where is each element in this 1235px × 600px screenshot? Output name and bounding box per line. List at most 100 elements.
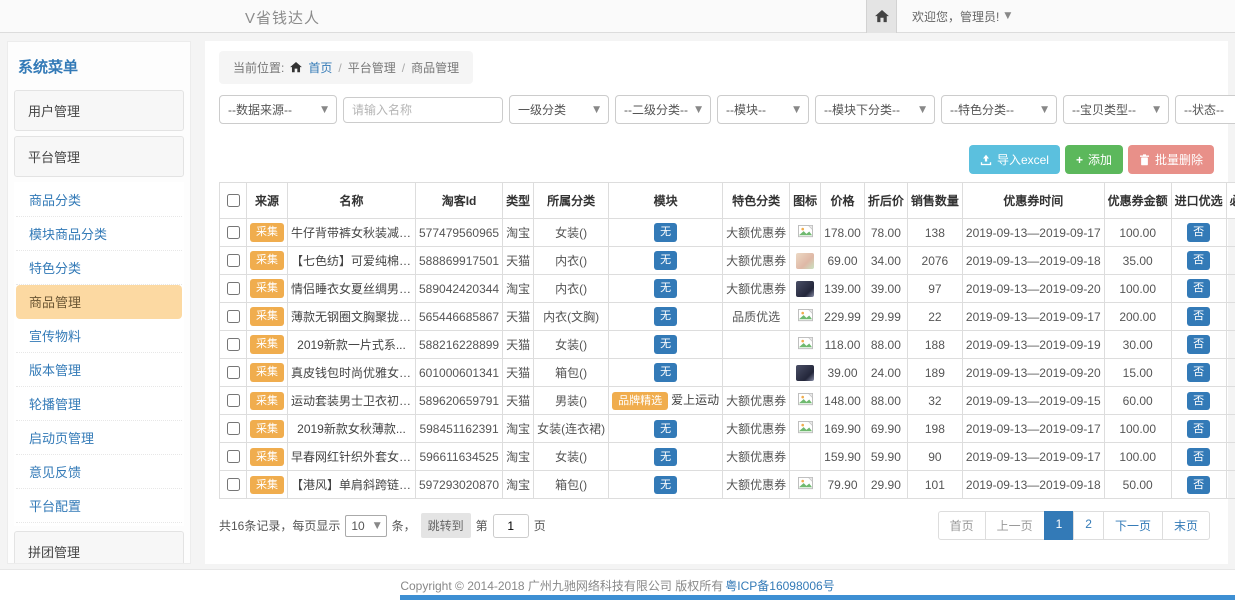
row-checkbox[interactable] [227,478,240,491]
cell-category: 女装() [534,219,609,247]
cell-sales: 22 [907,303,962,331]
cell-module: 无 [609,275,723,303]
page-button[interactable]: 上一页 [985,511,1045,540]
cell-module: 无 [609,331,723,359]
column-header: 优惠券金额 [1104,183,1171,219]
cell-type: 天猫 [503,387,534,415]
module-badge: 无 [654,476,677,494]
select-all-checkbox[interactable] [227,194,240,207]
filter-select[interactable]: --状态--▼ [1175,95,1235,124]
cell-price: 139.00 [821,275,865,303]
toggle-badge[interactable]: 否 [1187,476,1210,494]
toggle-badge[interactable]: 否 [1187,420,1210,438]
sidebar-item[interactable]: 版本管理 [16,353,182,387]
content-panel: 当前位置: 首页 / 平台管理 / 商品管理 --数据来源--▼一级分类▼--二… [205,41,1228,564]
row-checkbox[interactable] [227,282,240,295]
breadcrumb-home-link[interactable]: 首页 [308,59,332,76]
filter-select[interactable]: 一级分类▼ [509,95,609,124]
table-row: 采集早春网红针织外套女春...596611634525淘宝女装()无大额优惠券1… [220,443,1235,471]
filter-select-value: --模块下分类-- [824,101,900,118]
sidebar-item[interactable]: 启动页管理 [16,421,182,455]
jump-button[interactable]: 跳转到 [421,513,471,538]
filter-select[interactable]: --二级分类--▼ [615,95,711,124]
column-header: 图标 [790,183,821,219]
horizontal-scrollbar-thumb[interactable] [400,595,1235,600]
batch-delete-button[interactable]: 批量删除 [1128,145,1214,174]
sidebar-item[interactable]: 模块商品分类 [16,217,182,251]
row-checkbox[interactable] [227,338,240,351]
add-button[interactable]: + 添加 [1065,145,1123,174]
products-table: 来源名称淘客Id类型所属分类模块特色分类图标价格折后价销售数量优惠券时间优惠券金… [219,182,1235,499]
page-button[interactable]: 首页 [938,511,986,540]
cell-sales: 188 [907,331,962,359]
breadcrumb-separator: / [402,61,405,75]
per-page-value: 10 [351,519,364,533]
sidebar-section-3[interactable]: 拼团管理 [14,531,184,564]
toggle-badge[interactable]: 否 [1187,448,1210,466]
sidebar-item[interactable]: 宣传物料 [16,319,182,353]
column-header: 进口优选 [1171,183,1226,219]
import-excel-button[interactable]: 导入excel [969,145,1060,174]
filter-select[interactable]: --模块--▼ [717,95,809,124]
table-row: 采集牛仔背带裤女秋装减龄...577479560965淘宝女装()无大额优惠券1… [220,219,1235,247]
filter-select-value: --特色分类-- [950,101,1014,118]
cell-coupon-amount: 100.00 [1104,443,1171,471]
row-checkbox[interactable] [227,310,240,323]
toggle-badge[interactable]: 否 [1187,392,1210,410]
filter-select[interactable]: --数据来源--▼ [219,95,337,124]
page-button[interactable]: 1 [1044,511,1075,540]
cell-price: 79.90 [821,471,865,499]
cell-icon [790,247,821,275]
source-badge: 采集 [250,392,284,410]
page-button[interactable]: 下一页 [1103,511,1163,540]
jump-page-input[interactable] [493,514,529,538]
row-checkbox[interactable] [227,366,240,379]
sidebar-item[interactable]: 特色分类 [16,251,182,285]
cell-name: 2019新款女秋薄款... [288,415,416,443]
cell-select [220,275,247,303]
filter-select[interactable]: --特色分类--▼ [941,95,1057,124]
filter-select[interactable]: --模块下分类--▼ [815,95,935,124]
name-search-input[interactable] [343,97,503,123]
user-menu[interactable]: 欢迎您，管理员! ▼ [912,8,1011,25]
module-badge: 无 [654,335,677,353]
cell-sales: 2076 [907,247,962,275]
row-checkbox[interactable] [227,394,240,407]
cell-module: 无 [609,415,723,443]
import-icon [980,154,992,166]
row-checkbox[interactable] [227,422,240,435]
icp-link[interactable]: 粤ICP备16098006号 [725,577,834,594]
product-thumbnail [796,253,814,269]
toggle-badge[interactable]: 否 [1187,223,1210,241]
chevron-down-icon: ▼ [374,521,381,531]
sidebar-item[interactable]: 商品管理 [16,285,182,319]
sidebar-section-1[interactable]: 平台管理 [14,136,184,177]
home-button[interactable] [866,0,897,33]
sidebar-item[interactable]: 平台配置 [16,489,182,523]
cell-category: 内衣() [534,275,609,303]
row-checkbox[interactable] [227,254,240,267]
per-page-select[interactable]: 10 ▼ [345,515,386,537]
toggle-badge[interactable]: 否 [1187,279,1210,297]
toggle-badge[interactable]: 否 [1187,307,1210,325]
page-button[interactable]: 2 [1073,511,1104,540]
table-row: 采集【七色纺】可爱纯棉家...588869917501天猫内衣()无大额优惠券6… [220,247,1235,275]
sidebar-item[interactable]: 轮播管理 [16,387,182,421]
toggle-badge[interactable]: 否 [1187,363,1210,381]
cell-select [220,219,247,247]
sidebar-item[interactable]: 商品分类 [16,183,182,217]
row-checkbox[interactable] [227,450,240,463]
topbar: V省钱达人 欢迎您，管理员! ▼ [0,0,1235,33]
cell-module: 无 [609,247,723,275]
toggle-badge[interactable]: 否 [1187,335,1210,353]
row-checkbox[interactable] [227,226,240,239]
toggle-badge[interactable]: 否 [1187,251,1210,269]
cell-icon [790,471,821,499]
cell-import-optional: 否 [1171,247,1226,275]
sidebar-item[interactable]: 意见反馈 [16,455,182,489]
page-button[interactable]: 末页 [1162,511,1210,540]
cell-type: 淘宝 [503,471,534,499]
sidebar-section-0[interactable]: 用户管理 [14,90,184,131]
cell-name: 真皮钱包时尚优雅女士... [288,359,416,387]
filter-select[interactable]: --宝贝类型--▼ [1063,95,1169,124]
